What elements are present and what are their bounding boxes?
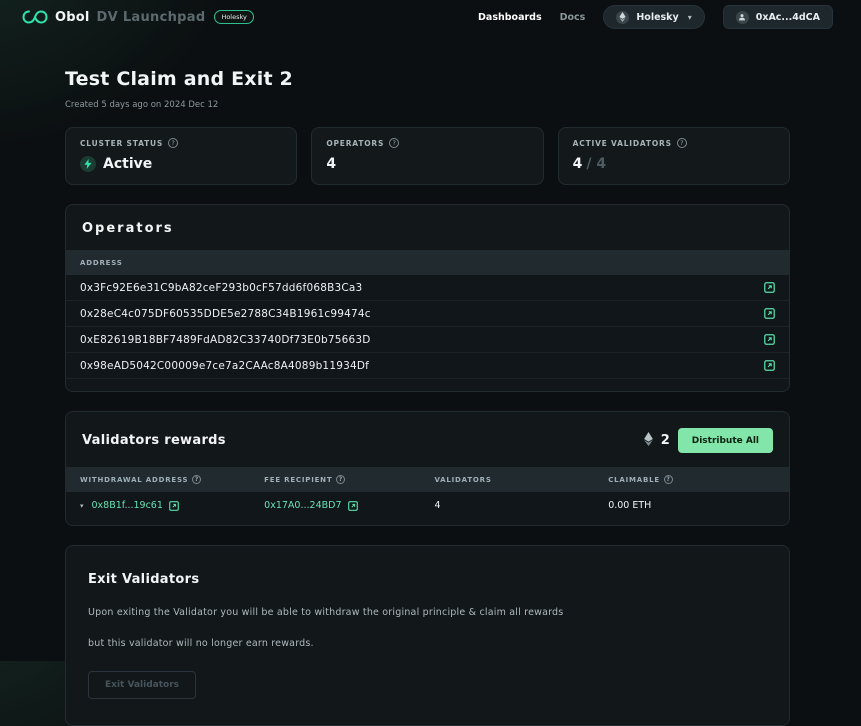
validators-rewards-panel: Validators rewards 2 Distribute All With…: [65, 411, 790, 526]
operator-row: 0x3Fc92E6e31C9bA82ceF293b0cF57dd6f068B3C…: [66, 275, 789, 301]
brand-product: DV Launchpad: [97, 10, 206, 25]
withdrawal-address-link[interactable]: 0x8B1f...19c61: [92, 500, 163, 511]
page-content: Test Claim and Exit 2 Created 5 days ago…: [65, 68, 790, 726]
external-link-icon[interactable]: [764, 334, 775, 345]
exit-description-line2: but this validator will no longer earn r…: [88, 638, 767, 649]
external-link-icon[interactable]: [764, 360, 775, 371]
help-icon[interactable]: ?: [168, 138, 178, 148]
operator-address: 0xE82619B18BF7489FdAD82C33740Df73E0b7566…: [80, 334, 371, 346]
rewards-table-header: Withdrawal Address ? Fee Recipient ? Val…: [66, 467, 789, 492]
exit-validators-panel: Exit Validators Upon exiting the Validat…: [65, 545, 790, 726]
help-icon[interactable]: ?: [664, 475, 673, 484]
active-validators-value: 4: [573, 156, 583, 172]
exit-description-line1: Upon exiting the Validator you will be a…: [88, 607, 767, 618]
help-icon[interactable]: ?: [389, 138, 399, 148]
external-link-icon[interactable]: [764, 282, 775, 293]
nav-docs[interactable]: Docs: [560, 12, 586, 23]
help-icon[interactable]: ?: [192, 475, 201, 484]
top-nav-links: Dashboards Docs Holesky ▾ 0xAc...4dCA: [478, 5, 833, 29]
operators-count-value: 4: [326, 156, 336, 172]
user-avatar-icon: [736, 11, 749, 24]
page-title: Test Claim and Exit 2: [65, 68, 790, 90]
operator-address: 0x28eC4c075DF60535DDE5e2788C34B1961c9947…: [80, 308, 371, 320]
validators-rewards-title: Validators rewards: [82, 433, 226, 448]
withdrawal-address-column-header: Withdrawal Address ?: [80, 475, 264, 484]
validators-count-cell: 4: [434, 500, 608, 511]
claimable-column-header: Claimable ?: [608, 475, 775, 484]
help-icon[interactable]: ?: [677, 138, 687, 148]
operators-panel-title: Operators: [82, 221, 174, 236]
claimable-amount-cell: 0.00 ETH: [608, 500, 775, 511]
active-validators-card: Active Validators ? 4 / 4: [558, 127, 790, 185]
cluster-status-value: Active: [103, 156, 152, 172]
exit-validators-button[interactable]: Exit Validators: [88, 671, 196, 699]
wallet-address-label: 0xAc...4dCA: [756, 12, 820, 23]
obol-logo-icon: [22, 10, 48, 24]
rewards-table-row: ▾ 0x8B1f...19c61 0x17A0...24BD7: [66, 492, 789, 519]
operator-address: 0x98eAD5042C00009e7ce7a2CAAc8A4089b11934…: [80, 360, 369, 372]
cluster-status-label: Cluster Status: [80, 139, 163, 148]
status-cards: Cluster Status ? Active Operators ? 4: [65, 127, 790, 185]
external-link-icon[interactable]: [764, 308, 775, 319]
exit-validators-title: Exit Validators: [88, 572, 767, 587]
nav-dashboards[interactable]: Dashboards: [478, 12, 542, 23]
ethereum-network-icon: [616, 11, 629, 24]
fee-recipient-column-header: Fee Recipient ?: [264, 475, 434, 484]
operators-count-card: Operators ? 4: [311, 127, 543, 185]
expand-row-caret-icon[interactable]: ▾: [80, 502, 84, 510]
lightning-bolt-icon: [80, 156, 96, 172]
top-navbar: Obol DV Launchpad Holesky Dashboards Doc…: [0, 0, 861, 34]
rewards-eth-total: 2: [661, 433, 670, 448]
active-validators-label: Active Validators: [573, 139, 672, 148]
operator-row: 0x28eC4c075DF60535DDE5e2788C34B1961c9947…: [66, 301, 789, 327]
distribute-all-button[interactable]: Distribute All: [678, 428, 773, 453]
page-created-subtitle: Created 5 days ago on 2024 Dec 12: [65, 100, 790, 110]
validators-column-header: Validators: [434, 476, 608, 484]
cluster-status-card: Cluster Status ? Active: [65, 127, 297, 185]
external-link-icon[interactable]: [348, 501, 358, 511]
chevron-down-icon: ▾: [688, 13, 692, 22]
address-column-header: Address: [80, 259, 123, 267]
brand[interactable]: Obol DV Launchpad Holesky: [22, 10, 254, 25]
active-validators-total: / 4: [586, 156, 606, 172]
brand-name: Obol: [55, 10, 90, 25]
ethereum-diamond-icon: [644, 431, 653, 450]
external-link-icon[interactable]: [169, 501, 179, 511]
fee-recipient-link[interactable]: 0x17A0...24BD7: [264, 500, 341, 511]
network-selector-label: Holesky: [636, 12, 678, 23]
fee-recipient-cell: 0x17A0...24BD7: [264, 500, 434, 511]
withdrawal-address-cell: ▾ 0x8B1f...19c61: [80, 500, 264, 511]
operators-panel: Operators Address 0x3Fc92E6e31C9bA82ceF2…: [65, 204, 790, 392]
network-selector-button[interactable]: Holesky ▾: [603, 5, 704, 29]
operators-count-label: Operators: [326, 139, 384, 148]
operator-address: 0x3Fc92E6e31C9bA82ceF293b0cF57dd6f068B3C…: [80, 282, 362, 294]
operators-table-header: Address: [66, 250, 789, 275]
help-icon[interactable]: ?: [336, 475, 345, 484]
network-badge: Holesky: [214, 10, 253, 24]
wallet-button[interactable]: 0xAc...4dCA: [723, 5, 833, 29]
operator-row: 0x98eAD5042C00009e7ce7a2CAAc8A4089b11934…: [66, 353, 789, 379]
operator-row: 0xE82619B18BF7489FdAD82C33740Df73E0b7566…: [66, 327, 789, 353]
